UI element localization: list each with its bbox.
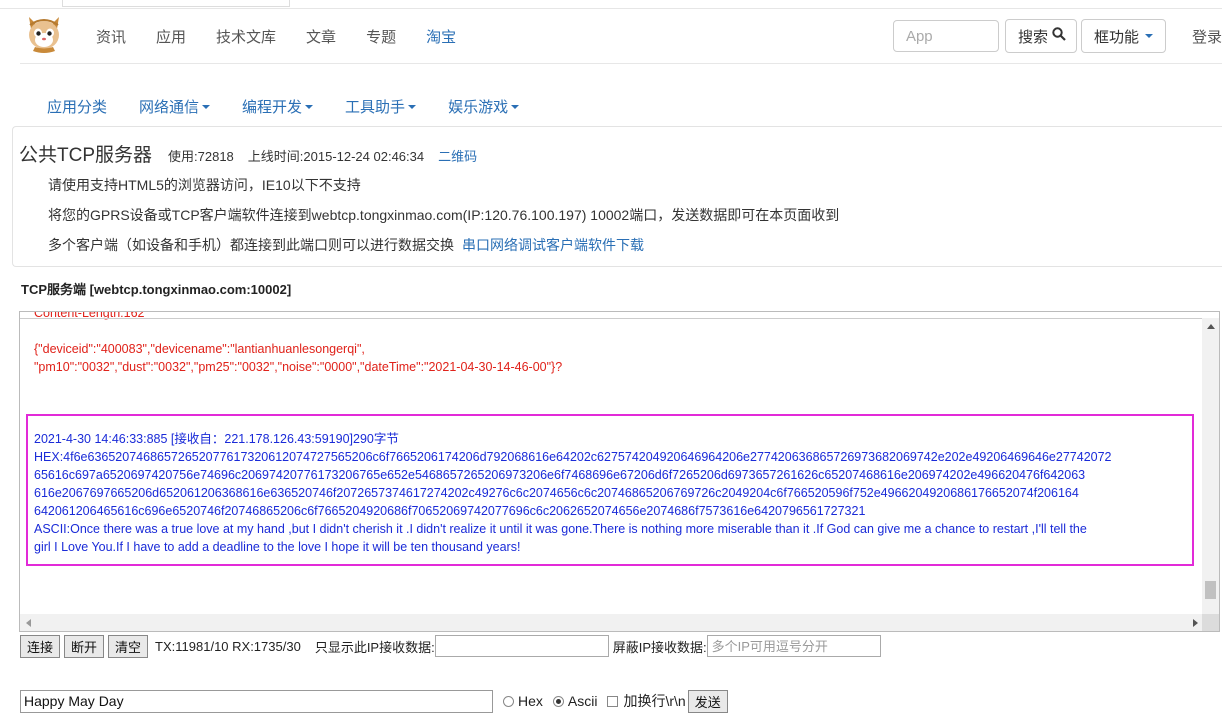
- qr-code-link[interactable]: 二维码: [438, 146, 477, 165]
- send-button[interactable]: 发送: [687, 689, 728, 713]
- receive-log-area[interactable]: Content-Length:162 {"deviceid":"400083",…: [19, 311, 1220, 632]
- subnav-label: 网络通信: [139, 99, 200, 116]
- connection-instructions: 将您的GPRS设备或TCP客户端软件连接到webtcp.tongxinmao.c…: [48, 207, 840, 223]
- scroll-left-icon[interactable]: [26, 619, 31, 627]
- nav-link-news[interactable]: 资讯: [96, 26, 126, 47]
- scrollbar-thumb[interactable]: [1205, 581, 1216, 599]
- online-time: 上线时间:2015-12-24 02:46:34: [247, 149, 425, 164]
- log-top-border: [20, 312, 1219, 319]
- subnav-label: 编程开发: [242, 99, 303, 116]
- subnav-games[interactable]: 娱乐游戏: [448, 96, 520, 117]
- send-message-input[interactable]: [20, 689, 493, 713]
- nav-link-apps[interactable]: 应用: [156, 26, 186, 47]
- traffic-stats: TX:11981/10 RX:1735/30: [155, 638, 301, 654]
- multi-client-notice: 多个客户端（如设备和手机）都连接到此端口则可以进行数据交换 串口网络调试客户端软件…: [48, 235, 644, 255]
- chevron-down-icon: [305, 104, 314, 109]
- connection-controls: 连接 断开 清空 TX:11981/10 RX:1735/30 只显示此IP接收…: [20, 634, 881, 658]
- multi-client-text: 多个客户端（如设备和手机）都连接到此端口则可以进行数据交换: [48, 237, 454, 253]
- block-ip-label: 屏蔽IP接收数据:: [612, 639, 707, 655]
- clear-button[interactable]: 清空: [108, 634, 149, 658]
- newline-checkbox[interactable]: [607, 695, 619, 707]
- panel-title-row: 公共TCP服务器 使用:72818 上线时间:2015-12-24 02:46:…: [19, 140, 477, 167]
- subnav-app-categories[interactable]: 应用分类: [47, 96, 107, 117]
- ascii-radio[interactable]: [552, 695, 564, 707]
- newline-checkbox-label: 加换行\r\n: [623, 693, 686, 709]
- top-strip-input[interactable]: [62, 0, 290, 7]
- nav-link-topics[interactable]: 专题: [366, 26, 396, 47]
- app-search-input[interactable]: [892, 20, 999, 52]
- usage-count: 使用:72818: [168, 149, 234, 164]
- nav-link-tech-library[interactable]: 技术文库: [216, 26, 276, 47]
- ip-filter-input[interactable]: [434, 635, 609, 657]
- block-ip-input[interactable]: [706, 635, 881, 657]
- top-strip: [0, 0, 1222, 9]
- scroll-up-icon[interactable]: [1207, 324, 1215, 329]
- highlight-box: [26, 414, 1194, 566]
- log-json-line: "pm10":"0032","dust":"0032","pm25":"0032…: [34, 360, 563, 374]
- search-button[interactable]: 搜索: [1004, 19, 1077, 53]
- search-icon: [1052, 27, 1066, 45]
- nav-links: 资讯 应用 技术文库 文章 专题 淘宝: [96, 9, 486, 63]
- chevron-down-icon: [511, 104, 520, 109]
- disconnect-button[interactable]: 断开: [64, 634, 105, 658]
- subnav-programming[interactable]: 编程开发: [242, 96, 314, 117]
- chevron-down-icon: [202, 104, 211, 109]
- subnav-label: 应用分类: [47, 99, 108, 116]
- connect-button[interactable]: 连接: [20, 634, 61, 658]
- send-row: Hex Ascii 加换行\r\n 发送: [20, 688, 732, 714]
- site-logo[interactable]: [23, 13, 65, 55]
- nav-link-articles[interactable]: 文章: [306, 26, 336, 47]
- search-button-label: 搜索: [1017, 28, 1048, 46]
- subnav-tools[interactable]: 工具助手: [345, 96, 417, 117]
- function-dropdown-button[interactable]: 框功能: [1080, 19, 1166, 53]
- section-title: TCP服务端 [webtcp.tongxinmao.com:10002]: [21, 282, 292, 297]
- server-info-panel: 公共TCP服务器 使用:72818 上线时间:2015-12-24 02:46:…: [12, 126, 1222, 267]
- main-navbar: 资讯 应用 技术文库 文章 专题 淘宝 搜索 框功能 登录: [20, 9, 1222, 64]
- category-subnav: 应用分类 网络通信 编程开发 工具助手 娱乐游戏: [47, 96, 551, 117]
- nav-link-taobao[interactable]: 淘宝: [426, 26, 456, 47]
- hex-radio[interactable]: [503, 695, 514, 707]
- login-link[interactable]: 登录: [1192, 26, 1222, 47]
- hex-radio-label: Hex: [518, 693, 543, 709]
- subnav-label: 娱乐游戏: [448, 99, 509, 116]
- subnav-network[interactable]: 网络通信: [139, 96, 211, 117]
- log-json-line: {"deviceid":"400083","devicename":"lanti…: [34, 342, 365, 356]
- ascii-radio-label: Ascii: [567, 693, 598, 709]
- browser-notice: 请使用支持HTML5的浏览器访问，IE10以下不支持: [48, 177, 361, 193]
- client-download-link[interactable]: 串口网络调试客户端软件下载: [462, 237, 644, 253]
- scroll-right-icon[interactable]: [1193, 619, 1198, 627]
- nav-right: 搜索 框功能 登录: [892, 19, 1222, 53]
- function-dropdown-label: 框功能: [1093, 28, 1139, 46]
- horizontal-scrollbar[interactable]: [20, 614, 1202, 631]
- page-title: 公共TCP服务器: [19, 145, 153, 166]
- scrollbar-corner: [1202, 614, 1219, 631]
- ip-filter-label: 只显示此IP接收数据:: [314, 639, 435, 655]
- vertical-scrollbar[interactable]: [1202, 318, 1219, 624]
- chevron-down-icon: [1144, 34, 1153, 38]
- subnav-label: 工具助手: [345, 99, 406, 116]
- chevron-down-icon: [408, 104, 417, 109]
